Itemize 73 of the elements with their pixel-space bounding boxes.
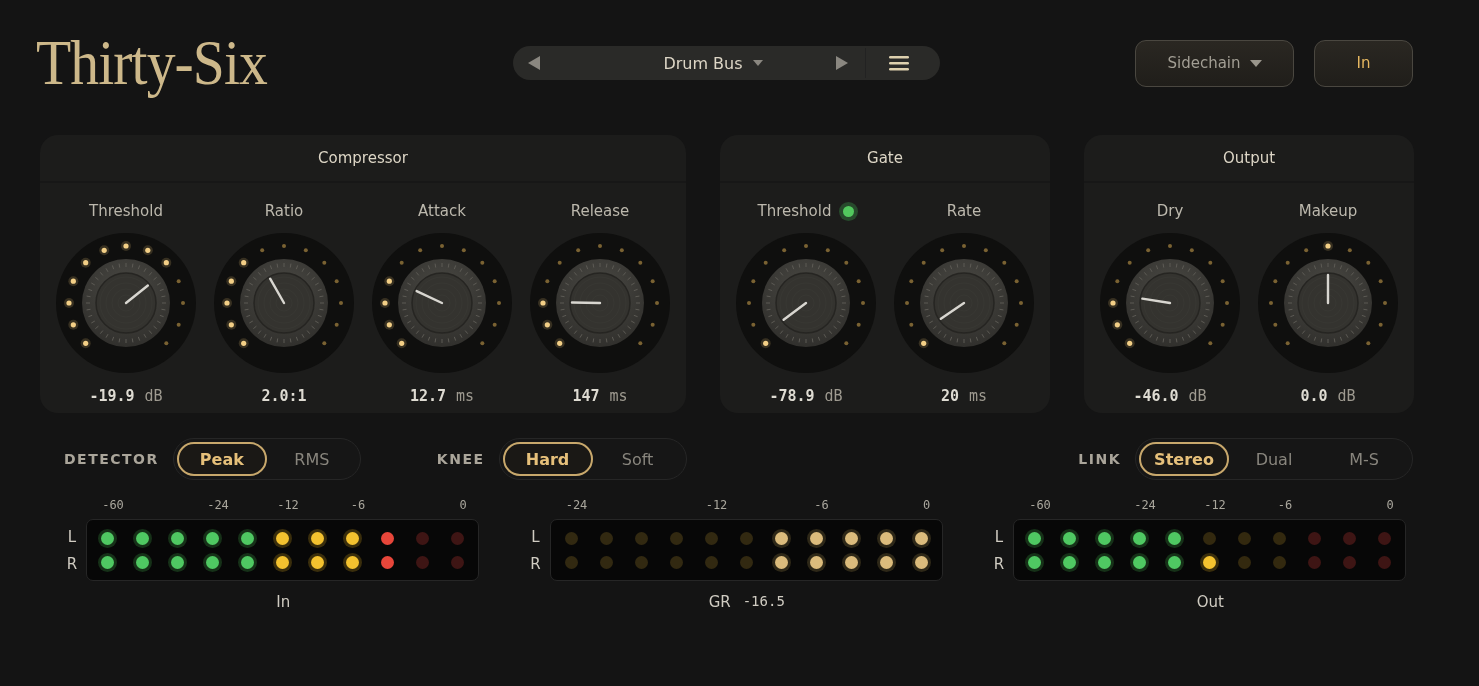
sidechain-dropdown[interactable]: Sidechain	[1135, 39, 1294, 87]
scale-label: -60	[101, 498, 125, 514]
plugin-title: Thirty-Six	[36, 26, 268, 100]
mode-option[interactable]: Stereo	[1139, 442, 1229, 476]
scale-label: 0	[458, 498, 468, 514]
knob-value: -78.9 dB	[769, 387, 843, 405]
knob-label: Attack	[418, 202, 466, 220]
knob-label: Dry	[1156, 202, 1184, 220]
channel-label: R	[65, 554, 79, 573]
scale-label: -6	[813, 498, 830, 514]
knob-label: Rate	[946, 202, 982, 220]
knob-value: 0.0 dB	[1300, 387, 1356, 405]
channel-label: R	[992, 554, 1006, 573]
next-preset-button[interactable]	[835, 55, 849, 71]
rotary-knob[interactable]	[530, 233, 670, 373]
preset-dropdown[interactable]: Drum Bus	[541, 53, 835, 73]
scale-label: -6	[1276, 498, 1294, 514]
scale-label: 0	[921, 498, 932, 514]
channel-label: L	[993, 527, 1005, 546]
scale-label: -6	[349, 498, 367, 514]
meter-caption: In	[276, 593, 291, 611]
knob-value: 2.0:1	[261, 387, 307, 405]
scale-label: -12	[276, 498, 300, 514]
section-title: Gate	[867, 149, 903, 167]
mode-option[interactable]: Hard	[502, 442, 593, 476]
section-title: Compressor	[318, 149, 408, 167]
mode-option[interactable]: Dual	[1229, 442, 1319, 476]
mode-option[interactable]: Soft	[592, 442, 683, 476]
knob-value: 20 ms	[940, 387, 988, 405]
knob-value: 12.7 ms	[409, 387, 475, 405]
right-triangle-icon	[835, 55, 849, 71]
channel-label: L	[66, 527, 78, 546]
menu-button[interactable]	[888, 55, 910, 71]
rotary-knob[interactable]	[894, 233, 1034, 373]
rotary-knob[interactable]	[56, 233, 196, 373]
scale-label: -12	[704, 498, 729, 514]
scale-label: -60	[1028, 498, 1052, 514]
mode-label: DETECTOR	[64, 451, 159, 467]
rotary-knob[interactable]	[372, 233, 512, 373]
mode-option[interactable]: RMS	[266, 442, 357, 476]
knob-label: Threshold	[757, 202, 832, 220]
caret-icon	[1249, 59, 1262, 67]
scale-label: -24	[206, 498, 230, 514]
scale-label: -24	[1133, 498, 1157, 514]
knob-value: -46.0 dB	[1133, 387, 1207, 405]
knob-label: Release	[570, 202, 630, 220]
left-triangle-icon	[527, 55, 541, 71]
channel-label: R	[529, 554, 542, 573]
meter-caption: GR	[708, 593, 731, 611]
previous-preset-button[interactable]	[527, 55, 541, 71]
knob-label: Threshold	[89, 202, 163, 220]
mode-label: KNEE	[436, 451, 485, 467]
knob-value: 147 ms	[572, 387, 628, 405]
scale-label: -24	[564, 498, 589, 514]
channel-label: L	[530, 527, 541, 546]
meter-caption: Out	[1196, 593, 1224, 611]
scale-label: 0	[1385, 498, 1395, 514]
rotary-knob[interactable]	[736, 233, 876, 373]
rotary-knob[interactable]	[1258, 233, 1398, 373]
meter-reading: -16.5	[742, 593, 785, 611]
scale-label: -12	[1203, 498, 1227, 514]
caret-icon	[752, 60, 763, 66]
rotary-knob[interactable]	[1100, 233, 1240, 373]
bypass-toggle[interactable]: In	[1314, 39, 1413, 87]
section-title: Output	[1222, 149, 1276, 167]
rotary-knob[interactable]	[214, 233, 354, 373]
knob-value: -19.9 dB	[89, 387, 163, 405]
knob-label: Makeup	[1298, 202, 1358, 220]
mode-option[interactable]: M-S	[1319, 442, 1409, 476]
mode-option[interactable]: Peak	[176, 442, 267, 476]
knob-label: Ratio	[264, 202, 304, 220]
mode-label: LINK	[1078, 451, 1121, 467]
menu-icon	[888, 55, 910, 71]
